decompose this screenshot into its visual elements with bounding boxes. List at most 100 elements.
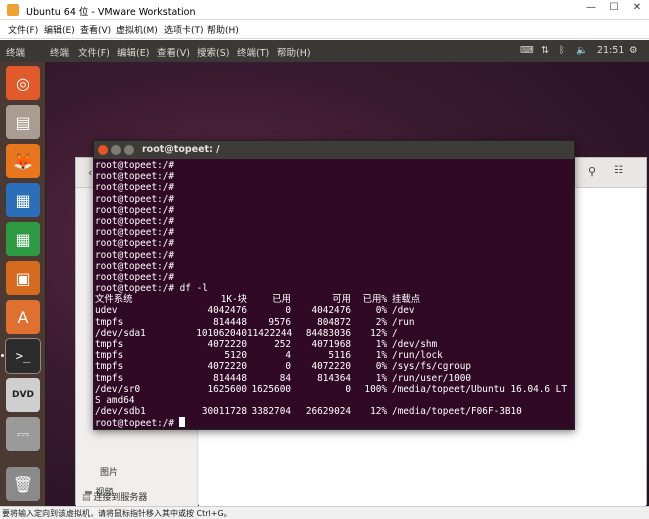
df-cell: tmpfs [95, 316, 124, 328]
df-header-row: 文件系统 1K-块 已用 可用 已用% 挂载点 [95, 294, 574, 305]
trash-icon[interactable]: 🗑 [6, 467, 40, 501]
menu-vm[interactable]: 虚拟机(M) [116, 23, 158, 36]
vmware-statusbar: 要将输入定向到该虚拟机，请将鼠标指针移入其中或按 Ctrl+G。 [0, 506, 649, 519]
ubuntu-guest-screen[interactable]: 终端 终端 文件(F) 编辑(E) 查看(V) 搜索(S) 终端(T) 帮助(H… [0, 40, 649, 506]
connect-to-server[interactable]: ▤ 连接到服务器 [82, 490, 147, 503]
df-cell: 可用 [332, 294, 351, 306]
terminal-title: root@topeet: / [142, 144, 220, 155]
terminal-prompt-line: root@topeet:/# [95, 171, 175, 183]
df-cell: 1625600 [251, 383, 291, 395]
terminal-icon[interactable]: >_ [6, 339, 40, 373]
df-row: tmpfs 4072220 0 4072220 0% /sys/fs/cgroup [95, 361, 574, 372]
appmenu-edit[interactable]: 编辑(E) [117, 45, 149, 59]
df-cell: 4071968 [311, 339, 351, 350]
df-cell: 3382704 [251, 406, 291, 418]
df-cell: 1K-块 [220, 294, 247, 306]
close-button[interactable] [98, 145, 108, 155]
df-cell: 2% [375, 316, 387, 328]
appmenu-file[interactable]: 文件(F) [78, 45, 110, 59]
df-cell: 804872 [317, 316, 351, 328]
files-icon[interactable]: ▤ [6, 105, 40, 139]
view-list-icon[interactable]: ☷ [614, 165, 623, 176]
terminal-prompt-line: root@topeet:/# [95, 160, 175, 171]
menu-file[interactable]: 文件(F) [8, 23, 38, 36]
df-cell: / [392, 327, 398, 339]
firefox-icon[interactable]: 🦊 [6, 144, 40, 178]
menu-view[interactable]: 查看(V) [80, 23, 111, 36]
df-cell: 11422244 [247, 327, 293, 339]
df-cell: 4072220 [311, 361, 351, 373]
status-message: 要将输入定向到该虚拟机，请将鼠标指针移入其中或按 Ctrl+G。 [2, 509, 232, 518]
close-button[interactable]: ✕ [630, 2, 644, 16]
vmware-logo-icon [7, 4, 19, 16]
usb-icon[interactable]: ⎓ [6, 417, 40, 451]
df-cell: /run/user/1000 [392, 372, 472, 384]
volume-icon[interactable]: 🔈 [576, 45, 588, 56]
sidebar-item-pictures[interactable]: 图片 [100, 465, 118, 478]
terminal-command-line: root@topeet:/# df -l [95, 283, 208, 295]
dvd-icon[interactable]: DVD [6, 378, 40, 412]
df-cell: 814448 [213, 372, 247, 384]
df-cell: /run/lock [392, 350, 443, 362]
terminal-window[interactable]: root@topeet: / root@topeet:/# root@topeet… [93, 140, 575, 430]
terminal-prompt-line: root@topeet:/# [95, 204, 175, 216]
df-cell: 0 [285, 361, 291, 373]
impress-icon[interactable]: ▣ [6, 261, 40, 295]
terminal-prompt-line: root@topeet:/# [95, 260, 175, 272]
maximize-button[interactable] [124, 145, 134, 155]
df-row: tmpfs 4072220 252 4071968 1% /dev/shm [95, 339, 574, 350]
appmenu-search[interactable]: 搜索(S) [197, 45, 229, 59]
df-row: /dev/sda1 10106204011422244 84483036 12% / [95, 328, 574, 339]
menu-help[interactable]: 帮助(H) [207, 23, 239, 36]
appmenu-view[interactable]: 查看(V) [157, 45, 190, 59]
df-wrap-line: S amd64 [95, 394, 135, 406]
terminal-prompt-line: root@topeet:/# [95, 227, 175, 239]
df-cell: 1% [375, 372, 387, 384]
df-cell: /dev/sdb1 [95, 406, 146, 418]
server-icon: ▤ [82, 493, 91, 503]
vmware-menubar: 文件(F) 编辑(E) 查看(V) 虚拟机(M) 选项卡(T) 帮助(H) [0, 20, 649, 39]
df-cell: 1% [375, 350, 387, 362]
df-cell: /media/topeet/Ubuntu 16.04.6 LT [392, 383, 567, 395]
df-row: tmpfs 814448 9576 804872 2% /run [95, 317, 574, 328]
back-icon[interactable]: ‹ [88, 166, 92, 179]
terminal-prompt-line: root@topeet:/# [95, 249, 175, 261]
appmenu-terminal[interactable]: 终端 [50, 45, 69, 59]
terminal-output[interactable]: root@topeet:/# root@topeet:/# root@topeet:… [94, 159, 574, 429]
menu-edit[interactable]: 编辑(E) [44, 23, 75, 36]
menu-tabs[interactable]: 选项卡(T) [164, 23, 204, 36]
df-cell: /run [392, 316, 415, 328]
df-cell: /media/topeet/F06F-3B10 [392, 406, 522, 418]
search-icon[interactable]: ⚲ [588, 165, 596, 178]
writer-icon[interactable]: ▦ [6, 183, 40, 217]
df-cell: tmpfs [95, 372, 124, 384]
appmenu-terminal-t[interactable]: 终端(T) [237, 45, 269, 59]
network-icon[interactable]: ⇅ [541, 45, 549, 56]
df-cell: 26629024 [305, 406, 351, 418]
df-cell: 0% [375, 361, 387, 373]
maximize-button[interactable]: ☐ [607, 2, 621, 16]
minimize-button[interactable] [111, 145, 121, 155]
df-cell: 84 [279, 372, 291, 384]
bluetooth-icon[interactable]: ᛒ [559, 45, 565, 56]
df-cell: 814364 [317, 372, 351, 384]
minimize-button[interactable]: — [584, 2, 598, 16]
df-cell: 4042476 [207, 305, 247, 317]
df-cell: 5116 [328, 350, 351, 362]
window-title: Ubuntu 64 位 - VMware Workstation [26, 7, 196, 18]
df-cell: 252 [274, 339, 291, 350]
df-cell: 9576 [268, 316, 291, 328]
connect-to-server-label: 连接到服务器 [93, 493, 148, 503]
calc-icon[interactable]: ▦ [6, 222, 40, 256]
df-cell: /sys/fs/cgroup [392, 361, 472, 373]
df-cell: 101062040 [196, 327, 247, 339]
df-cell: 814448 [213, 316, 247, 328]
software-center-icon[interactable]: A [6, 300, 40, 334]
df-cell: 已用 [272, 294, 291, 306]
settings-gear-icon[interactable]: ⚙ [629, 45, 638, 56]
keyboard-icon[interactable]: ⌨ [520, 45, 534, 56]
ubuntu-dash-icon[interactable]: ◎ [6, 66, 40, 100]
clock[interactable]: 21:51 [597, 45, 624, 56]
df-cell: udev [95, 305, 118, 317]
appmenu-help[interactable]: 帮助(H) [277, 45, 311, 59]
